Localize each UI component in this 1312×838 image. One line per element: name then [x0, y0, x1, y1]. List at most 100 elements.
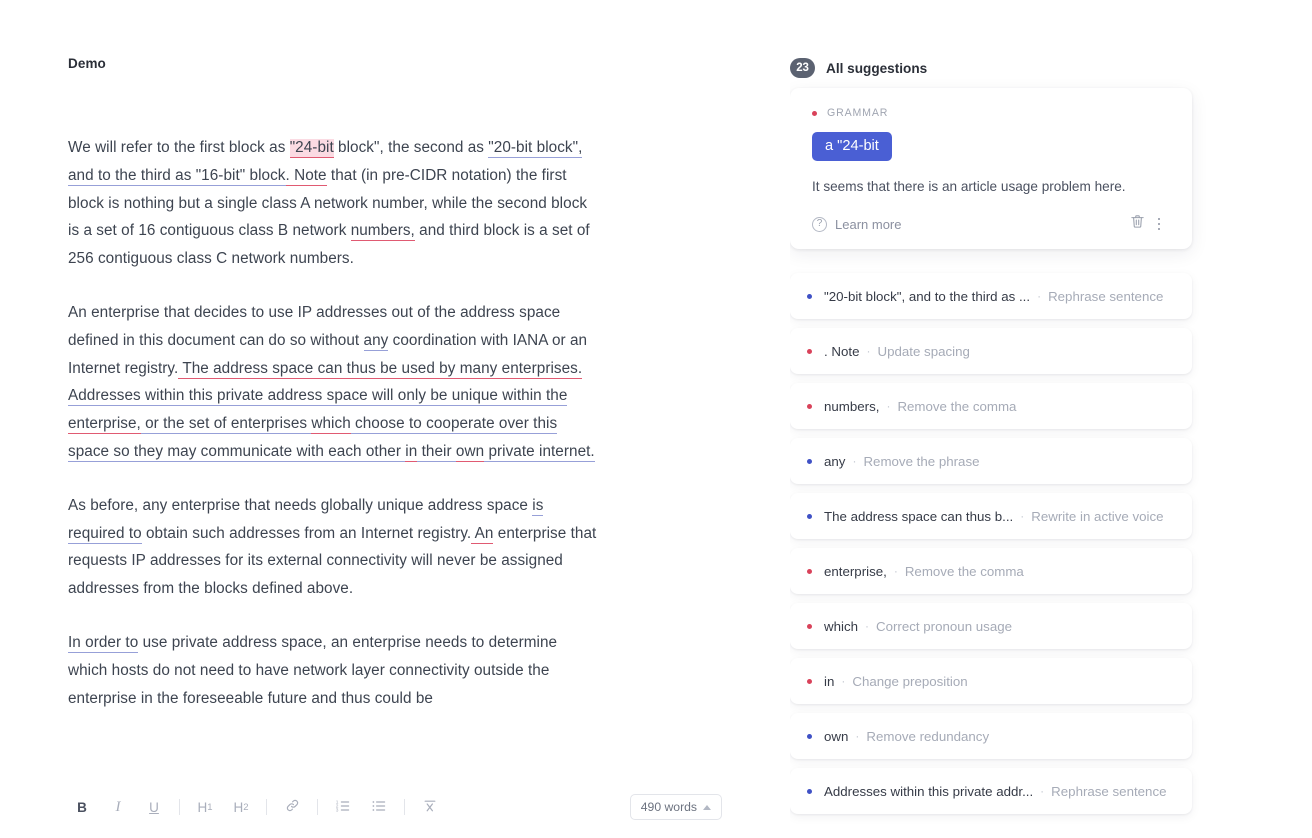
suggestion-row-text: numbers, [824, 398, 880, 414]
word-count-button[interactable]: 490 words [629, 794, 722, 820]
heading2-button[interactable]: H2 [227, 794, 255, 820]
suggestions-header-title: All suggestions [826, 60, 928, 76]
document-paragraph[interactable]: As before, any enterprise that needs glo… [68, 492, 598, 603]
inline-suggestion-mark[interactable]: Addresses within this private address sp… [68, 387, 568, 407]
suggestions-pane: 23 All suggestions GRAMMAR a "24-bit It … [790, 0, 1312, 838]
suggestion-row[interactable]: . Note · Update spacing [790, 328, 1192, 374]
heading2-sub: 2 [243, 801, 249, 813]
suggestion-card-expanded[interactable]: GRAMMAR a "24-bit It seems that there is… [790, 88, 1192, 249]
inline-suggestion-mark[interactable]: which [311, 415, 351, 435]
suggestion-row-text: "20-bit block", and to the third as ... [824, 288, 1031, 304]
suggestion-row-action: Update spacing [877, 343, 970, 359]
italic-button[interactable]: I [104, 794, 132, 820]
suggestion-row-text: . Note [824, 343, 860, 359]
inline-suggestion-mark[interactable]: numbers, [350, 222, 415, 242]
bold-button[interactable]: B [68, 794, 96, 820]
clear-formatting-button[interactable] [416, 794, 444, 820]
clear-formatting-icon [422, 798, 438, 817]
grammar-dot-icon [807, 623, 812, 629]
learn-more-label: Learn more [835, 216, 902, 232]
inline-suggestion-mark[interactable]: An [471, 524, 494, 544]
suggestion-row[interactable]: which · Correct pronoun usage [790, 603, 1192, 649]
suggestion-row-action: Remove redundancy [866, 728, 990, 744]
heading1-sub: 1 [207, 801, 213, 813]
suggestion-row-action: Remove the comma [897, 398, 1017, 414]
suggestion-row[interactable]: numbers, · Remove the comma [790, 383, 1192, 429]
grammar-dot-icon [807, 678, 812, 684]
document-paragraph[interactable]: We will refer to the first block as "24-… [68, 134, 598, 273]
grammar-editor-app: Demo We will refer to the first block as… [0, 0, 1312, 838]
suggestion-row-text: Addresses within this private addr... [824, 783, 1034, 799]
learn-more-button[interactable]: ? Learn more [812, 216, 902, 232]
trash-icon [1129, 213, 1146, 235]
document-body[interactable]: We will refer to the first block as "24-… [68, 134, 598, 712]
inline-suggestion-mark[interactable]: their [417, 442, 456, 462]
heading1-button[interactable]: H1 [191, 794, 219, 820]
suggestion-description: It seems that there is an article usage … [812, 179, 1126, 194]
inline-suggestion-mark[interactable]: in [405, 442, 418, 462]
suggestion-row-separator: · [855, 729, 860, 743]
toolbar-divider [266, 799, 267, 815]
rephrase-dot-icon [807, 293, 812, 299]
suggestion-row[interactable]: "20-bit block", and to the third as ... ·… [790, 273, 1192, 319]
suggestion-row-text: own [824, 728, 849, 744]
suggestion-row[interactable]: any · Remove the phrase [790, 438, 1192, 484]
suggestion-row-separator: · [1037, 289, 1042, 303]
inline-suggestion-mark[interactable]: private internet. [484, 442, 595, 462]
suggestion-row-separator: · [1020, 509, 1025, 523]
numbered-list-button[interactable]: 1 2 3 [329, 794, 357, 820]
suggestion-type-label: GRAMMAR [827, 107, 889, 119]
suggestion-row-action: Rephrase sentence [1048, 288, 1164, 304]
suggestion-row[interactable]: enterprise, · Remove the comma [790, 548, 1192, 594]
toolbar-divider [179, 799, 180, 815]
suggestion-replacement-chip[interactable]: a "24-bit [812, 132, 892, 161]
suggestion-row-separator: · [886, 399, 891, 413]
inline-suggestion-mark[interactable]: . Note [285, 166, 327, 186]
suggestions-count-badge: 23 [790, 58, 815, 78]
suggestion-row[interactable]: Addresses within this private addr... · Re… [790, 768, 1192, 814]
suggestion-row-separator: · [866, 344, 871, 358]
link-button[interactable] [278, 794, 306, 820]
inline-suggestion-mark[interactable]: "24-bit [289, 139, 334, 158]
word-count-label: 490 words [640, 800, 697, 814]
suggestion-more-options-button[interactable] [1148, 213, 1170, 235]
inline-suggestion-mark[interactable]: or the set of enterprises [140, 415, 312, 435]
inline-suggestion-mark[interactable]: own [455, 442, 485, 462]
suggestion-row-action: Remove the comma [904, 563, 1024, 579]
document-paragraph[interactable]: An enterprise that decides to use IP add… [68, 299, 598, 466]
suggestion-row-action: Rephrase sentence [1051, 783, 1167, 799]
chevron-up-icon [703, 804, 711, 810]
suggestion-row-action: Remove the phrase [863, 453, 980, 469]
inline-suggestion-mark[interactable]: any [363, 331, 389, 351]
suggestion-row-text: any [824, 453, 846, 469]
suggestion-row-separator: · [841, 674, 846, 688]
rephrase-dot-icon [807, 733, 812, 739]
suggestion-row-separator: · [865, 619, 869, 633]
inline-suggestion-mark[interactable]: In order to [68, 633, 139, 653]
suggestion-row[interactable]: The address space can thus b... · Rewrite … [790, 493, 1192, 539]
bullet-list-button[interactable] [365, 794, 393, 820]
dismiss-suggestion-button[interactable] [1126, 213, 1148, 235]
grammar-dot-icon [812, 110, 817, 116]
document-paragraph[interactable]: In order to use private address space, a… [68, 629, 598, 712]
suggestion-row-text: in [824, 673, 835, 689]
suggestion-row-action: Rewrite in active voice [1031, 508, 1164, 524]
inline-suggestion-mark[interactable]: The address space can thus be used by ma… [178, 359, 583, 379]
svg-text:3: 3 [336, 807, 339, 813]
editor-pane: Demo We will refer to the first block as… [0, 0, 790, 838]
suggestions-header: 23 All suggestions [790, 58, 927, 78]
underline-button[interactable]: U [140, 794, 168, 820]
suggestion-row-text: which [824, 618, 858, 634]
rephrase-dot-icon [807, 458, 812, 464]
document-bottom-fade [0, 748, 790, 770]
grammar-dot-icon [807, 568, 812, 574]
grammar-dot-icon [807, 403, 812, 409]
inline-suggestion-mark[interactable]: enterprise, [68, 415, 141, 435]
suggestion-row[interactable]: own · Remove redundancy [790, 713, 1192, 759]
numbered-list-icon: 1 2 3 [335, 798, 351, 817]
heading2-label: H [233, 799, 244, 815]
heading1-label: H [197, 799, 208, 815]
suggestion-row[interactable]: in · Change preposition [790, 658, 1192, 704]
bullet-list-icon [371, 798, 387, 817]
editor-toolbar: B I U H1 H2 1 2 3 490 words [0, 776, 790, 838]
